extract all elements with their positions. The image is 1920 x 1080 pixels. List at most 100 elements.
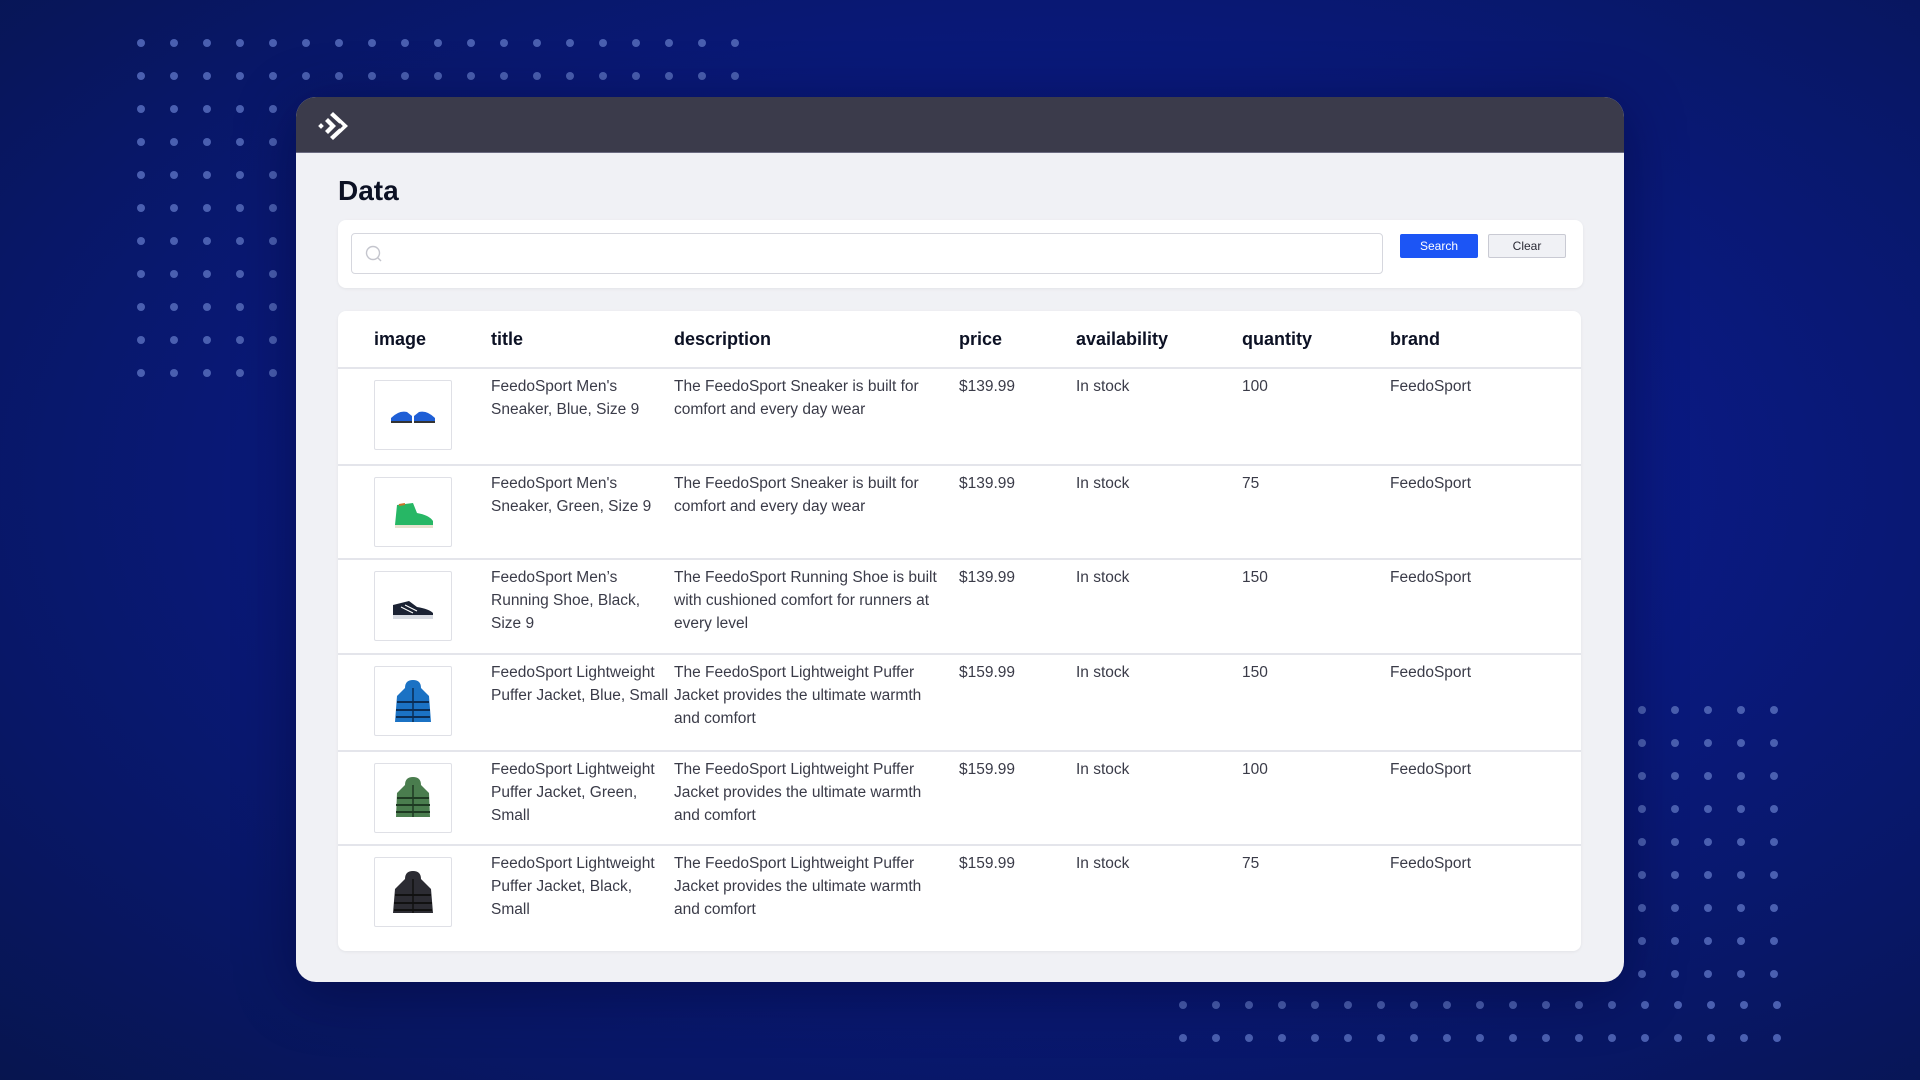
search-button[interactable]: Search	[1400, 234, 1478, 258]
background-dot	[1608, 1001, 1616, 1009]
table-row[interactable]: FeedoSport Men’s Running Shoe, Black, Si…	[338, 559, 1581, 655]
background-dot	[170, 270, 178, 278]
product-image-black-running-shoe[interactable]	[374, 571, 452, 641]
background-dot	[1443, 1034, 1451, 1042]
title-bar	[296, 97, 1624, 153]
table-row[interactable]: FeedoSport Men's Sneaker, Blue, Size 9 T…	[338, 368, 1581, 466]
background-dot	[236, 303, 244, 311]
column-header-availability[interactable]: availability	[1076, 311, 1242, 369]
background-dot	[236, 336, 244, 344]
background-dot	[566, 72, 574, 80]
cell-quantity: 100	[1242, 368, 1390, 466]
background-dot	[137, 105, 145, 113]
background-dot	[1707, 1034, 1715, 1042]
cell-price: $159.99	[959, 855, 1016, 872]
clear-button[interactable]: Clear	[1488, 234, 1566, 258]
background-dot	[1704, 871, 1712, 879]
background-dot	[1212, 1034, 1220, 1042]
background-dot	[269, 336, 277, 344]
background-dot	[1608, 1034, 1616, 1042]
background-dot	[1770, 706, 1778, 714]
search-input[interactable]	[392, 234, 1376, 275]
background-dot	[1770, 739, 1778, 747]
background-dot	[1542, 1034, 1550, 1042]
background-dot	[1476, 1001, 1484, 1009]
background-dot	[170, 138, 178, 146]
background-dot	[500, 72, 508, 80]
background-dot	[533, 72, 541, 80]
background-dot	[1704, 904, 1712, 912]
background-dot	[1737, 904, 1745, 912]
product-image-green-puffer-jacket[interactable]	[374, 763, 452, 833]
background-dot	[500, 39, 508, 47]
product-image-black-puffer-jacket[interactable]	[374, 857, 452, 927]
background-dot	[269, 138, 277, 146]
background-dot	[269, 171, 277, 179]
table-row[interactable]: FeedoSport Men's Sneaker, Green, Size 9 …	[338, 465, 1581, 560]
cell-description: The FeedoSport Sneaker is built for comf…	[674, 465, 959, 560]
background-dot	[1311, 1034, 1319, 1042]
cell-price: $159.99	[959, 654, 1076, 752]
background-dot	[203, 171, 211, 179]
background-dot	[599, 72, 607, 80]
background-dot	[1674, 1034, 1682, 1042]
background-dot	[1737, 871, 1745, 879]
cell-title: FeedoSport Lightweight Puffer Jacket, Bl…	[491, 855, 655, 918]
background-dot	[1770, 805, 1778, 813]
background-dot	[434, 72, 442, 80]
background-dot	[137, 138, 145, 146]
search-field[interactable]	[351, 233, 1383, 275]
background-dot	[269, 237, 277, 245]
background-dot	[1737, 739, 1745, 747]
background-dot	[1476, 1034, 1484, 1042]
background-dot	[467, 72, 475, 80]
background-dot	[1671, 772, 1679, 780]
cell-title: FeedoSport Men's Sneaker, Green, Size 9	[491, 465, 674, 560]
background-dot	[203, 303, 211, 311]
cell-description: The FeedoSport Lightweight Puffer Jacket…	[674, 855, 922, 918]
table-row[interactable]: FeedoSport Lightweight Puffer Jacket, Bl…	[338, 845, 1581, 943]
background-dot	[1509, 1001, 1517, 1009]
background-dot	[731, 39, 739, 47]
product-image-blue-puffer-jacket[interactable]	[374, 666, 452, 736]
background-dot	[302, 72, 310, 80]
background-dot	[1737, 838, 1745, 846]
column-header-quantity[interactable]: quantity	[1242, 311, 1390, 369]
background-dot	[269, 105, 277, 113]
column-header-brand[interactable]: brand	[1390, 311, 1581, 369]
background-dot	[269, 270, 277, 278]
cell-price: $139.99	[959, 368, 1076, 466]
background-dot	[1575, 1034, 1583, 1042]
background-dot	[236, 105, 244, 113]
background-dot	[368, 39, 376, 47]
background-dot	[1638, 805, 1646, 813]
cell-description: The FeedoSport Lightweight Puffer Jacket…	[674, 654, 959, 752]
background-dot	[170, 336, 178, 344]
table-row[interactable]: FeedoSport Lightweight Puffer Jacket, Gr…	[338, 751, 1581, 846]
background-dot	[137, 303, 145, 311]
column-header-image[interactable]: image	[374, 311, 491, 369]
background-dot	[170, 237, 178, 245]
background-dot	[137, 336, 145, 344]
diamond-arrow-logo-icon[interactable]	[318, 109, 352, 143]
cell-brand: FeedoSport	[1390, 559, 1581, 655]
background-dot	[170, 171, 178, 179]
column-header-title[interactable]: title	[491, 311, 674, 369]
cell-quantity: 75	[1242, 465, 1390, 560]
background-dot	[632, 72, 640, 80]
product-image-blue-sneaker[interactable]	[374, 380, 452, 450]
cell-quantity: 150	[1242, 654, 1390, 752]
background-dot	[203, 369, 211, 377]
background-dot	[269, 72, 277, 80]
table-header-row: image title description price availabili…	[338, 311, 1581, 369]
background-dot	[1737, 970, 1745, 978]
column-header-description[interactable]: description	[674, 311, 959, 369]
background-dot	[1740, 1001, 1748, 1009]
background-dot	[1737, 706, 1745, 714]
product-image-green-sneaker[interactable]	[374, 477, 452, 547]
background-dot	[1344, 1001, 1352, 1009]
background-dot	[203, 270, 211, 278]
table-row[interactable]: FeedoSport Lightweight Puffer Jacket, Bl…	[338, 654, 1581, 752]
background-dot	[1737, 937, 1745, 945]
column-header-price[interactable]: price	[959, 311, 1076, 369]
